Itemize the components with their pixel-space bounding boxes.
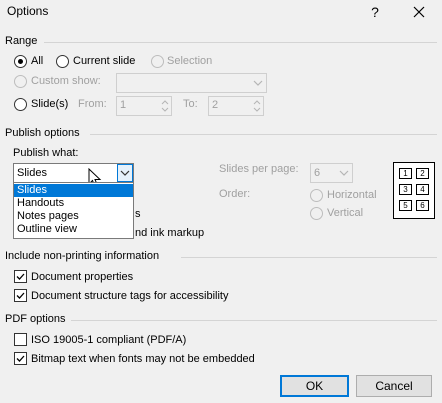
slides-per-page-value: 6 xyxy=(314,167,321,179)
chevron-down-icon xyxy=(336,164,352,182)
to-label: To: xyxy=(183,98,198,110)
bitmap-text-label[interactable]: Bitmap text when fonts may not be embedd… xyxy=(31,353,255,365)
from-label: From: xyxy=(78,98,107,110)
ok-button[interactable]: OK xyxy=(280,375,349,397)
pdfa-checkbox[interactable] xyxy=(14,333,27,346)
preview-slide: 4 xyxy=(416,184,429,195)
doc-tags-label[interactable]: Document structure tags for accessibilit… xyxy=(31,290,228,302)
range-selection-radio[interactable] xyxy=(151,55,164,68)
doc-tags-checkbox[interactable] xyxy=(14,289,27,302)
range-all-radio[interactable] xyxy=(14,55,27,68)
help-button[interactable]: ? xyxy=(364,1,386,23)
close-icon xyxy=(413,6,425,18)
hidden-option-text-2: nd ink markup xyxy=(135,227,205,239)
pdf-section-label: PDF options xyxy=(5,313,66,325)
chevron-down-icon xyxy=(250,74,266,92)
slides-per-page-combo[interactable]: 6 xyxy=(310,163,353,183)
from-value: 1 xyxy=(120,99,127,111)
publish-separator xyxy=(90,134,437,135)
slides-per-page-label: Slides per page: xyxy=(219,163,299,175)
chevron-down-icon[interactable] xyxy=(117,164,133,182)
doc-properties-checkbox[interactable] xyxy=(14,270,27,283)
publish-section-label: Publish options xyxy=(5,127,80,139)
dropdown-option-handouts[interactable]: Handouts xyxy=(14,197,133,210)
to-spinner[interactable]: 2 xyxy=(208,96,264,116)
publish-what-value: Slides xyxy=(17,167,47,179)
cancel-button[interactable]: Cancel xyxy=(356,375,432,397)
close-button[interactable] xyxy=(408,1,430,23)
range-section-label: Range xyxy=(5,35,38,47)
nonprinting-section-label: Include non-printing information xyxy=(5,250,160,262)
range-separator xyxy=(44,42,437,43)
from-spinner[interactable]: 1 xyxy=(116,96,172,116)
dropdown-option-outline-view[interactable]: Outline view xyxy=(14,223,133,236)
range-custom-show-label: Custom show: xyxy=(31,75,101,87)
publish-what-label: Publish what: xyxy=(13,147,79,159)
range-current-slide-label[interactable]: Current slide xyxy=(73,55,135,67)
publish-what-dropdown-list[interactable]: Slides Handouts Notes pages Outline view xyxy=(13,182,134,239)
spinner-arrows-icon xyxy=(161,100,169,112)
order-vertical-label: Vertical xyxy=(327,207,364,219)
preview-slide: 5 xyxy=(399,200,412,211)
pdf-separator xyxy=(71,320,437,321)
range-slides-label[interactable]: Slide(s) xyxy=(31,98,68,110)
preview-slide: 1 xyxy=(399,168,412,179)
range-current-slide-radio[interactable] xyxy=(56,55,69,68)
dropdown-option-notes-pages[interactable]: Notes pages xyxy=(14,210,133,223)
order-horizontal-label: Horizontal xyxy=(327,189,377,201)
publish-what-combo[interactable]: Slides xyxy=(13,163,134,183)
preview-slide: 2 xyxy=(416,168,429,179)
to-value: 2 xyxy=(212,99,219,111)
order-horizontal-radio[interactable] xyxy=(310,189,323,202)
dialog-title: Options xyxy=(7,4,49,18)
range-custom-show-radio[interactable] xyxy=(14,75,27,88)
spinner-arrows-icon xyxy=(253,100,261,112)
preview-slide: 3 xyxy=(399,184,412,195)
pdfa-label[interactable]: ISO 19005-1 compliant (PDF/A) xyxy=(31,334,186,346)
doc-properties-label[interactable]: Document properties xyxy=(31,271,133,283)
order-vertical-radio[interactable] xyxy=(310,207,323,220)
hidden-option-text-1: s xyxy=(135,208,141,220)
handout-preview: 1 2 3 4 5 6 xyxy=(393,162,435,219)
bitmap-text-checkbox[interactable] xyxy=(14,352,27,365)
custom-show-combo[interactable] xyxy=(116,73,267,93)
preview-slide: 6 xyxy=(416,200,429,211)
range-selection-label: Selection xyxy=(167,55,213,67)
range-slides-radio[interactable] xyxy=(14,98,27,111)
order-label: Order: xyxy=(219,188,251,200)
nonprinting-separator xyxy=(181,257,437,258)
range-all-label[interactable]: All xyxy=(31,55,43,67)
dropdown-option-slides[interactable]: Slides xyxy=(14,184,133,197)
